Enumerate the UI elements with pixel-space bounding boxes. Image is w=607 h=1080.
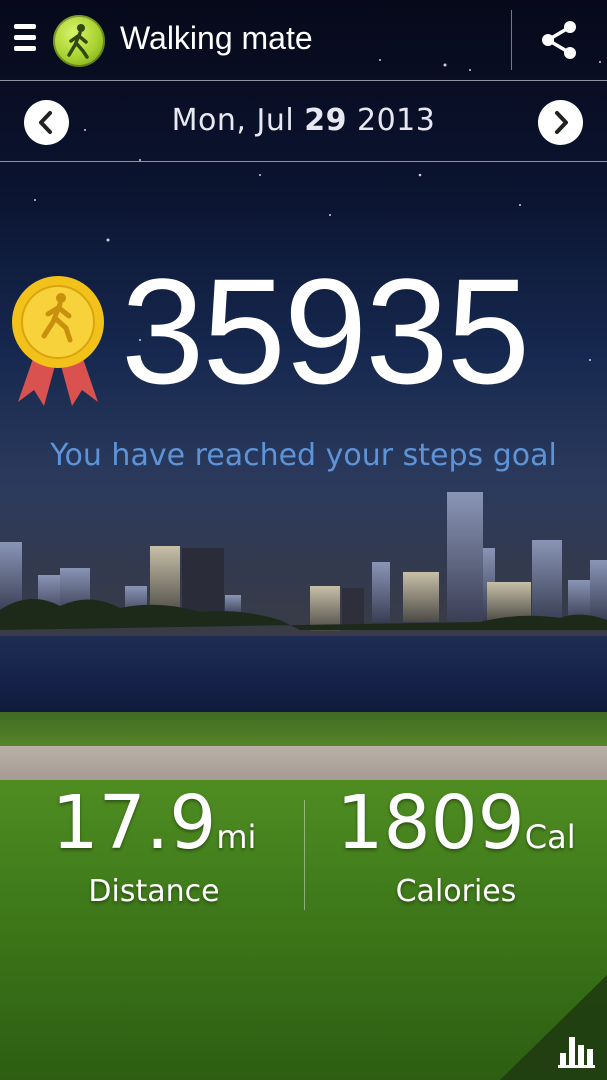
date-bar: Mon, Jul 29 2013 (0, 81, 607, 162)
distance-value-row: 17.9mi (4, 786, 304, 860)
calories-unit: Cal (524, 818, 576, 856)
step-count: 35935 (121, 247, 530, 415)
calories-value-row: 1809Cal (306, 786, 606, 860)
chevron-right-icon (555, 111, 568, 134)
date-year: 2013 (346, 103, 436, 138)
date-label: Mon, Jul 29 2013 (0, 103, 607, 138)
walker-icon (53, 15, 105, 67)
share-icon[interactable] (538, 18, 582, 62)
date-month: Mon, Jul (171, 103, 305, 138)
date-day: 29 (304, 103, 347, 138)
city-skyline (0, 492, 607, 631)
next-day-button[interactable] (538, 100, 583, 145)
distance-value: 17.9 (51, 780, 217, 866)
stats-divider (304, 800, 305, 910)
distance-stat: 17.9mi Distance (4, 786, 304, 909)
distance-unit: mi (216, 818, 257, 856)
menu-icon[interactable] (14, 24, 36, 58)
goal-message: You have reached your steps goal (50, 438, 557, 473)
app-title: Walking mate (120, 20, 313, 56)
calories-stat: 1809Cal Calories (306, 786, 606, 909)
header-divider (511, 10, 512, 70)
bar-chart-button[interactable] (500, 975, 607, 1080)
distance-label: Distance (88, 874, 220, 909)
calories-value: 1809 (336, 780, 525, 866)
lake (0, 636, 607, 716)
calories-label: Calories (395, 874, 517, 909)
medal-icon (12, 276, 104, 406)
app-header: Walking mate (0, 0, 607, 81)
walking-path (0, 746, 607, 782)
